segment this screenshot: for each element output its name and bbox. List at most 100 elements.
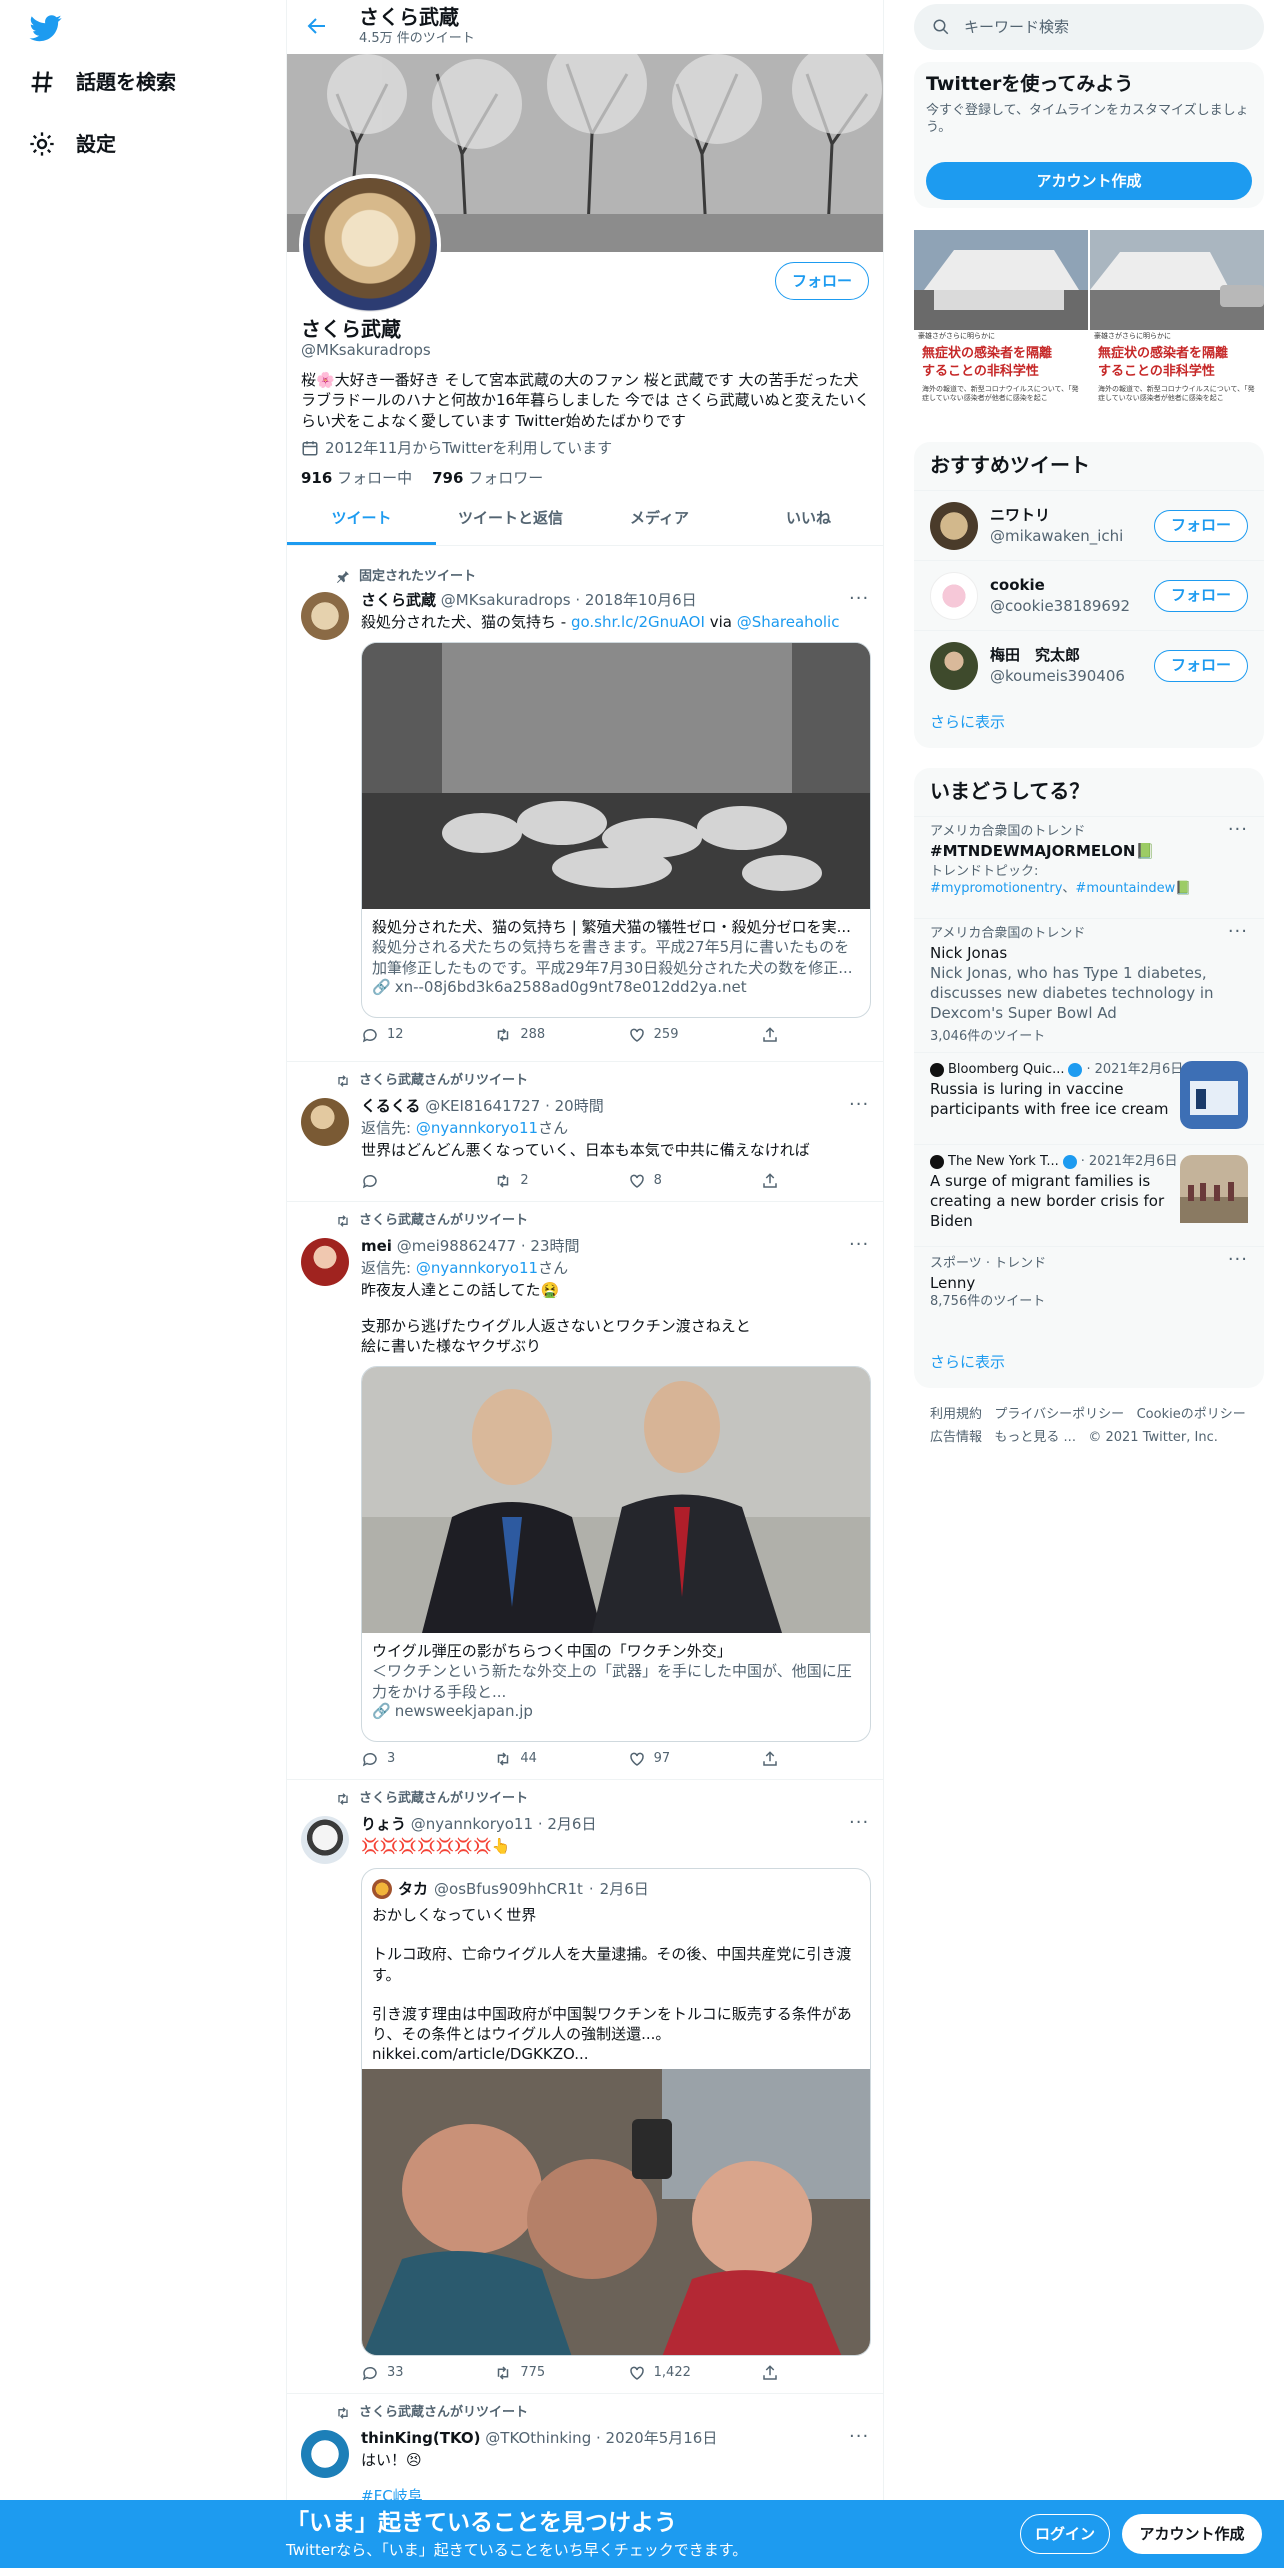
tweet-author-name[interactable]: mei	[361, 1237, 392, 1255]
tab-tweets[interactable]: ツイート	[287, 492, 436, 545]
follow-button[interactable]: フォロー	[1154, 649, 1248, 682]
reply-button[interactable]: 3	[361, 1750, 461, 1768]
tweet-author-name[interactable]: りょう	[361, 1815, 406, 1833]
more-options-icon[interactable]: ···	[849, 1236, 869, 1260]
more-options-icon[interactable]: ···	[849, 1096, 869, 1120]
tab-likes[interactable]: いいね	[734, 492, 883, 545]
tweet-avatar[interactable]	[301, 1816, 349, 1864]
profile-follow-button[interactable]: フォロー	[775, 262, 869, 300]
show-more-link[interactable]: さらに表示	[930, 712, 1005, 732]
tweet-author-handle[interactable]: @TKOthinking	[485, 2429, 591, 2447]
more-options-icon[interactable]: ···	[849, 1814, 869, 1838]
reply-button[interactable]: 33	[361, 2364, 461, 2382]
tweet-author-handle[interactable]: @MKsakuradrops	[441, 591, 571, 609]
retweet-count: 2	[520, 1173, 529, 1189]
more-options-icon[interactable]: ···	[1228, 1251, 1248, 1269]
tweet-retweet-kurukuru[interactable]: さくら武蔵さんがリツイート くるくる @KEI81641727 · 20時間 ·…	[287, 1062, 883, 1202]
tweet-author-handle[interactable]: @nyannkoryo11	[411, 1815, 533, 1833]
footer-terms[interactable]: 利用規約	[930, 1407, 982, 1422]
signup-button[interactable]: アカウント作成	[1122, 2514, 1262, 2554]
tweet-author-name[interactable]: くるくる	[361, 1097, 420, 1115]
signup-button[interactable]: アカウント作成	[926, 162, 1252, 200]
reply-button[interactable]: 12	[361, 1026, 461, 1044]
like-button[interactable]: 97	[628, 1750, 728, 1768]
share-button[interactable]	[761, 1172, 791, 1190]
trend-item[interactable]: アメリカ合衆国のトレンド #MTNDEWMAJORMELON📗 トレンドトピック…	[914, 816, 1264, 918]
trend-item[interactable]: アメリカ合衆国のトレンド Nick Jonas Nick Jonas, who …	[914, 918, 1264, 1052]
twitter-logo-icon[interactable]	[28, 12, 64, 44]
footer-privacy[interactable]: プライバシーポリシー	[994, 1407, 1124, 1422]
tab-tweets-replies[interactable]: ツイートと返信	[436, 492, 585, 545]
retweet-button[interactable]: 2	[494, 1172, 594, 1190]
trend-item[interactable]: スポーツ · トレンド Lenny 8,756件のツイート ···	[914, 1246, 1264, 1324]
promo-banner[interactable]: 豪雄さがさらに明らかに 無症状の感染者を隔離 することの非科学性 海外の報道で、新…	[914, 230, 1264, 426]
tweet-avatar[interactable]	[301, 2430, 349, 2478]
followers-link[interactable]: 796 フォロワー	[432, 468, 543, 488]
tweet-avatar[interactable]	[301, 592, 349, 640]
link-card[interactable]: 殺処分された犬、猫の気持ち | 繁殖犬猫の犠牲ゼロ・殺処分ゼロを実... 殺処分…	[361, 642, 871, 1018]
reply-to-mention[interactable]: @nyannkoryo11	[416, 1259, 538, 1277]
share-button[interactable]	[761, 1750, 791, 1768]
following-link[interactable]: 916 フォロー中	[301, 468, 412, 488]
link-card[interactable]: ウイグル弾圧の影がちらつく中国の「ワクチン外交」 ＜ワクチンという新たな外交上の…	[361, 1366, 871, 1742]
tweet-retweet-mei[interactable]: さくら武蔵さんがリツイート mei @mei98862477 · 23時間 ··…	[287, 1202, 883, 1780]
more-options-icon[interactable]: ···	[849, 2428, 869, 2452]
tweet-avatar[interactable]	[301, 1238, 349, 1286]
tweet-time[interactable]: 2020年5月16日	[606, 2429, 718, 2447]
share-button[interactable]	[761, 1026, 791, 1044]
footer-ads[interactable]: 広告情報	[930, 1430, 982, 1445]
quote-link[interactable]: nikkei.com/article/DGKKZO...	[372, 2044, 862, 2064]
show-more-link[interactable]: さらに表示	[930, 1352, 1005, 1372]
tweet-retweet-thinking[interactable]: さくら武蔵さんがリツイート thinKing(TKO) @TKOthinking…	[287, 2394, 883, 2505]
who-to-follow-item[interactable]: ニワトリ @mikawaken_ichi フォロー	[914, 490, 1264, 560]
retweet-button[interactable]: 775	[494, 2364, 594, 2382]
nav-settings[interactable]: 設定	[28, 130, 116, 158]
reply-button[interactable]	[361, 1172, 461, 1190]
more-options-icon[interactable]: ···	[849, 590, 869, 614]
tweet-time[interactable]: 2018年10月6日	[585, 591, 697, 609]
tweet-author-name[interactable]: thinKing(TKO)	[361, 2429, 481, 2447]
follow-button[interactable]: フォロー	[1154, 509, 1248, 542]
tweet-author-handle[interactable]: @mei98862477	[397, 1237, 516, 1255]
footer-more[interactable]: もっと見る ...	[994, 1430, 1076, 1445]
wtf-name: ニワトリ	[990, 506, 1051, 525]
quoted-tweet[interactable]: タカ @osBfus909hhCR1t · 2月6日 おかしくなっていく世界 トル…	[361, 1868, 871, 2356]
tweet-author-name[interactable]: さくら武蔵	[361, 591, 436, 609]
tweet-time[interactable]: 20時間	[555, 1097, 604, 1115]
login-button[interactable]: ログイン	[1020, 2514, 1110, 2554]
tweet-link[interactable]: go.shr.lc/2GnuAOI	[571, 613, 705, 631]
who-to-follow-item[interactable]: cookie @cookie38189692 フォロー	[914, 560, 1264, 630]
tweet-actions: 3 44 97	[361, 1750, 791, 1768]
profile-avatar[interactable]	[299, 174, 441, 316]
promo-small-text: 海外の報道で、新型コロナウイルスについて、「発症していない感染者が他者に感染を起…	[1098, 384, 1255, 402]
follow-button[interactable]: フォロー	[1154, 579, 1248, 612]
who-to-follow-item[interactable]: 梅田 究太郎 @koumeis390406 フォロー	[914, 630, 1264, 700]
tweet-mention[interactable]: @Shareaholic	[737, 613, 840, 631]
retweet-button[interactable]: 44	[494, 1750, 594, 1768]
tweet-time[interactable]: 23時間	[530, 1237, 579, 1255]
search-input[interactable]: キーワード検索	[914, 4, 1264, 50]
retweet-button[interactable]: 288	[494, 1026, 594, 1044]
retweet-icon	[498, 2366, 509, 2380]
footer-cookie[interactable]: Cookieのポリシー	[1137, 1407, 1246, 1422]
tab-media[interactable]: メディア	[585, 492, 734, 545]
tweet-author-handle[interactable]: @KEI81641727	[425, 1097, 540, 1115]
tweet-retweet-ryou[interactable]: さくら武蔵さんがリツイート りょう @nyannkoryo11 · 2月6日 ·…	[287, 1780, 883, 2394]
like-button[interactable]: 8	[628, 1172, 728, 1190]
tweet-time[interactable]: 2月6日	[547, 1815, 596, 1833]
nav-explore[interactable]: 話題を検索	[28, 68, 176, 96]
more-options-icon[interactable]: ···	[1228, 923, 1248, 941]
retweet-icon	[338, 1792, 348, 1805]
trend-topic-1[interactable]: #mypromotionentry	[930, 881, 1062, 896]
news-item[interactable]: Bloomberg Quic... · 2021年2月6日 Russia is lu…	[914, 1052, 1264, 1144]
like-button[interactable]: 1,422	[628, 2364, 728, 2382]
trend-topic-2[interactable]: #mountaindew📗	[1075, 881, 1191, 896]
back-arrow-icon[interactable]	[305, 14, 329, 38]
like-button[interactable]: 259	[628, 1026, 728, 1044]
tweet-avatar[interactable]	[301, 1098, 349, 1146]
share-button[interactable]	[761, 2364, 791, 2382]
reply-to-mention[interactable]: @nyannkoryo11	[416, 1119, 538, 1137]
tweet-pinned[interactable]: 固定されたツイート さくら武蔵 @MKsakuradrops · 2018年10…	[287, 560, 883, 1062]
news-item[interactable]: The New York T... · 2021年2月6日 A surge of m…	[914, 1144, 1264, 1246]
more-options-icon[interactable]: ···	[1228, 821, 1248, 839]
